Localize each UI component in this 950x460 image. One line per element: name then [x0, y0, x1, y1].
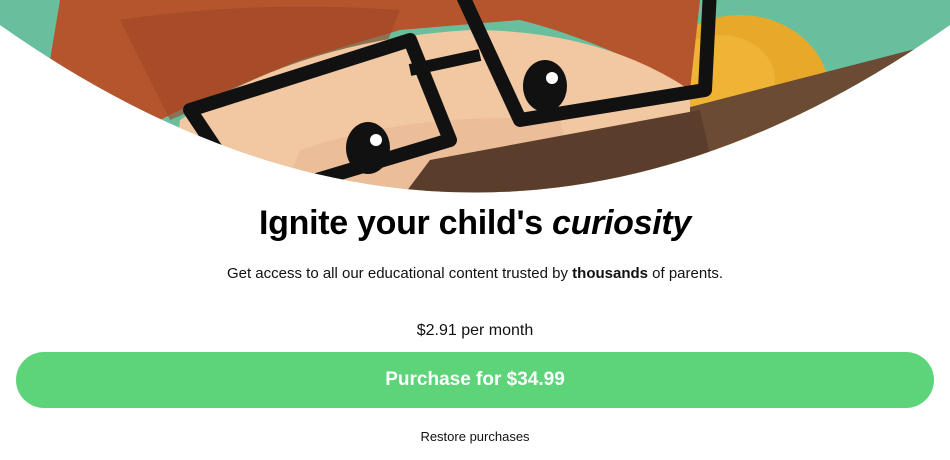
restore-purchases-link[interactable]: Restore purchases: [0, 429, 950, 444]
subtitle: Get access to all our educational conten…: [0, 265, 950, 282]
subtitle-after: of parents.: [648, 265, 724, 282]
child-reading-image: [0, 0, 950, 193]
title-emphasis: curiosity: [552, 204, 692, 242]
subtitle-bold: thousands: [572, 265, 648, 282]
hero-illustration: [0, 0, 950, 200]
purchase-button-label: Purchase for $34.99: [385, 369, 565, 390]
page-title: Ignite your child's curiosity: [0, 204, 950, 243]
title-prefix: Ignite your child's: [258, 204, 552, 242]
subtitle-before: Get access to all our educational conten…: [226, 265, 573, 282]
purchase-button[interactable]: Purchase for $34.99: [16, 352, 934, 408]
monthly-price-note: $2.91 per month: [416, 322, 534, 339]
